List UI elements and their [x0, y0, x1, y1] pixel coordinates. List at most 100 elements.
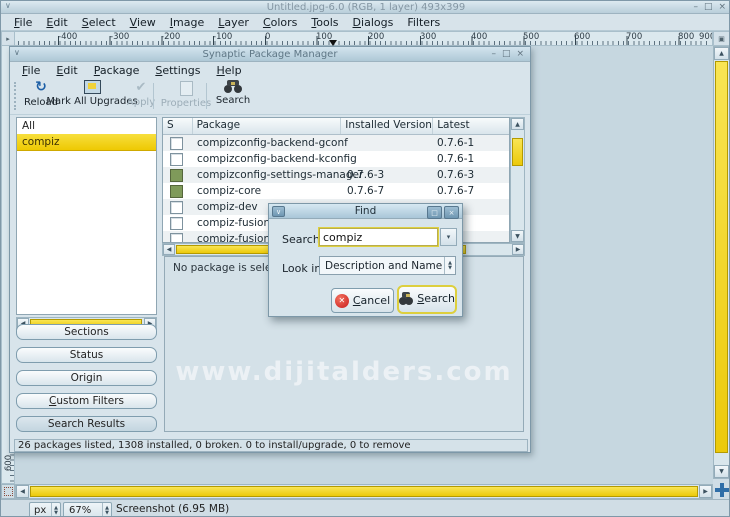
canvas-navigation-icon[interactable] [714, 482, 730, 498]
window-menu-icon[interactable] [14, 48, 20, 57]
unit-selector[interactable]: px [29, 502, 61, 517]
canvas-vertical-scrollbar[interactable] [713, 46, 730, 479]
sections-button[interactable]: Sections [16, 324, 157, 340]
window-menu-icon[interactable] [272, 206, 285, 217]
menu-package[interactable]: Package [86, 64, 148, 77]
scroll-thumb[interactable] [512, 138, 523, 166]
search-binoculars-icon [224, 80, 242, 93]
window-menu-icon[interactable] [5, 1, 11, 10]
minimize-icon[interactable] [491, 49, 496, 59]
menu-settings[interactable]: Settings [147, 64, 208, 77]
zoom-selector[interactable]: 67% [63, 502, 112, 517]
column-header-package[interactable]: Package [193, 118, 342, 134]
menu-colors[interactable]: Colors [256, 16, 304, 29]
toolbar-handle[interactable] [14, 82, 17, 110]
menu-help[interactable]: Help [208, 64, 249, 77]
menu-file[interactable]: File [14, 64, 48, 77]
gimp-window: Untitled.jpg-6.0 (RGB, 1 layer) 493x399 … [0, 0, 730, 517]
spinner-icon[interactable] [51, 503, 60, 517]
scroll-down-icon[interactable] [714, 465, 729, 478]
origin-button[interactable]: Origin [16, 370, 157, 386]
table-row[interactable]: compiz-core 0.7.6-7 0.7.6-7 [163, 183, 509, 199]
minimize-icon[interactable] [693, 2, 698, 12]
close-icon[interactable] [444, 206, 459, 219]
table-row[interactable]: compizconfig-settings-manager 0.7.6-3 0.… [163, 167, 509, 183]
search-results-button[interactable]: Search Results [16, 416, 157, 432]
zoom-follow-window-toggle[interactable]: ▣ [713, 31, 730, 46]
find-dialog-title: Find [355, 205, 377, 217]
close-icon[interactable] [718, 2, 726, 12]
search-history-dropdown-icon[interactable]: ▾ [440, 228, 457, 246]
menu-tools[interactable]: Tools [304, 16, 345, 29]
find-dialog: Find Search: ▾ Look in: Description and … [268, 203, 463, 317]
ruler-label: -100 [213, 32, 232, 42]
package-checkbox[interactable] [170, 137, 183, 150]
mark-all-upgrades-button[interactable]: Mark All Upgrades [54, 80, 130, 113]
filter-item-compiz-selected[interactable]: compiz [17, 134, 156, 151]
find-dialog-titlebar[interactable]: Find [269, 204, 462, 219]
ruler-label: -300 [110, 32, 129, 42]
canvas-horizontal-scrollbar[interactable] [15, 484, 713, 499]
search-field-label: Search: [282, 233, 324, 246]
filter-item-all[interactable]: All [17, 118, 156, 134]
toolbar-separator [153, 83, 154, 109]
gimp-statusbar: px 67% Screenshot (6.95 MB) [1, 499, 730, 517]
package-checkbox[interactable] [170, 153, 183, 166]
package-checkbox[interactable] [170, 217, 183, 230]
gimp-titlebar[interactable]: Untitled.jpg-6.0 (RGB, 1 layer) 493x399 [1, 1, 730, 14]
package-checkbox-installed[interactable] [170, 169, 183, 182]
synaptic-titlebar[interactable]: Synaptic Package Manager [10, 47, 530, 62]
table-vertical-scrollbar[interactable] [510, 117, 525, 243]
search-input[interactable] [319, 228, 438, 246]
menu-image[interactable]: Image [163, 16, 211, 29]
table-row[interactable]: compizconfig-backend-kconfig 0.7.6-1 [163, 151, 509, 167]
scroll-right-icon[interactable] [512, 244, 524, 255]
menu-edit[interactable]: Edit [39, 16, 74, 29]
properties-button[interactable]: Properties [160, 80, 212, 113]
scroll-right-icon[interactable] [699, 485, 712, 498]
synaptic-statusbar: 26 packages listed, 1308 installed, 0 br… [14, 439, 528, 452]
status-button[interactable]: Status [16, 347, 157, 363]
menu-filters[interactable]: Filters [400, 16, 447, 29]
scroll-down-icon[interactable] [511, 230, 524, 242]
column-header-installed-version[interactable]: Installed Version [341, 118, 433, 134]
apply-button[interactable]: ✔ Apply [122, 80, 160, 113]
filter-list: All compiz [16, 117, 157, 315]
menu-dialogs[interactable]: Dialogs [346, 16, 401, 29]
cancel-button[interactable]: Cancel [331, 288, 394, 313]
package-checkbox[interactable] [170, 201, 183, 214]
maximize-icon[interactable] [427, 206, 442, 219]
find-search-button[interactable]: Search [399, 287, 455, 310]
quickmask-toggle[interactable] [1, 484, 15, 499]
scroll-up-icon[interactable] [511, 118, 524, 130]
scroll-left-icon[interactable] [163, 244, 175, 255]
synaptic-window-title: Synaptic Package Manager [203, 49, 338, 60]
synaptic-toolbar: ↻ Reload Mark All Upgrades ✔ Apply Prope… [10, 78, 530, 115]
scroll-up-icon[interactable] [714, 47, 729, 60]
menu-file[interactable]: File [7, 16, 39, 29]
menu-edit[interactable]: Edit [48, 64, 85, 77]
ruler-label: 600 [4, 452, 14, 474]
close-icon[interactable] [516, 49, 524, 59]
table-row[interactable]: compizconfig-backend-gconf 0.7.6-1 [163, 135, 509, 151]
unit-value: px [30, 505, 46, 516]
package-checkbox-installed[interactable] [170, 185, 183, 198]
spinner-icon[interactable] [102, 503, 111, 517]
ruler-corner-menu-button[interactable]: ▸ [1, 31, 15, 46]
package-checkbox[interactable] [170, 233, 183, 243]
horizontal-scroll-thumb[interactable] [30, 486, 698, 497]
maximize-icon[interactable] [704, 2, 713, 12]
column-header-status[interactable]: S [163, 118, 193, 134]
ruler-label: 400 [471, 32, 487, 42]
maximize-icon[interactable] [502, 49, 511, 59]
custom-filters-button[interactable]: Custom Filters [16, 393, 157, 409]
search-button[interactable]: Search [212, 80, 254, 113]
spinner-icon[interactable] [444, 257, 455, 274]
menu-view[interactable]: View [123, 16, 163, 29]
vertical-scroll-thumb[interactable] [715, 61, 728, 453]
menu-layer[interactable]: Layer [211, 16, 256, 29]
look-in-select[interactable]: Description and Name [319, 256, 456, 275]
menu-select[interactable]: Select [75, 16, 123, 29]
column-header-latest-version[interactable]: Latest Version [433, 118, 509, 134]
scroll-left-icon[interactable] [16, 485, 29, 498]
